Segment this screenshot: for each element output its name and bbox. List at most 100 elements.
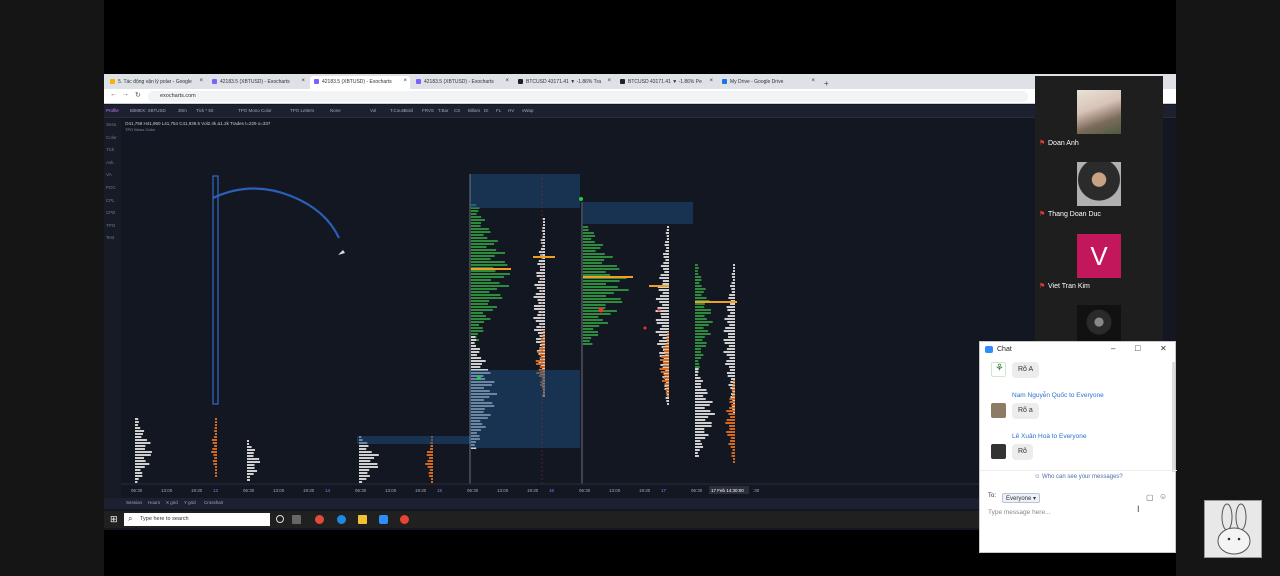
tpo-row: [471, 342, 475, 344]
browser-tab[interactable]: 42183.5 (XBTUSD) - Exocharts ×: [412, 76, 512, 89]
zoom-taskbar-icon[interactable]: [379, 515, 388, 524]
tpo-row: [471, 234, 484, 236]
browser-tab[interactable]: 42183.5 (XBTUSD) - Exocharts ×: [208, 76, 308, 89]
browser-tab[interactable]: BTCUSD 43171.41 ▼ -1.86% Pe ×: [616, 76, 716, 89]
edge-icon[interactable]: [337, 515, 346, 524]
emoji-icon[interactable]: ☺: [1159, 492, 1167, 501]
tpo-row: [583, 295, 607, 297]
time-tick-label: 19:30: [415, 488, 427, 493]
maximize-icon[interactable]: □: [1135, 343, 1140, 353]
panel-option[interactable]: Text: [106, 235, 114, 240]
minimize-icon[interactable]: –: [1111, 344, 1115, 353]
tpo-row: [723, 330, 735, 332]
recipient-select[interactable]: Everyone ▾: [1002, 493, 1041, 503]
tpo-row: [135, 469, 141, 471]
app-icon[interactable]: [315, 515, 324, 524]
browser-tab[interactable]: My Drive - Google Drive ×: [718, 76, 818, 89]
status-toggle[interactable]: X grid: [166, 500, 178, 505]
tpo-row: [661, 356, 669, 358]
toolbar-item[interactable]: Tick * 50: [196, 108, 213, 113]
drawn-rectangle[interactable]: [212, 175, 219, 405]
drawn-curve[interactable]: [212, 187, 340, 239]
chat-scrollbar[interactable]: [1172, 362, 1175, 472]
tpo-row: [695, 413, 715, 415]
tpo-row: [471, 348, 480, 350]
status-toggle[interactable]: Session: [126, 500, 142, 505]
panel-option[interactable]: CPL: [106, 198, 115, 203]
tpo-row: [471, 291, 490, 293]
toolbar-item[interactable]: FRVS: [422, 108, 434, 113]
tpo-row: [661, 316, 669, 318]
panel-option[interactable]: Color: [106, 135, 117, 140]
file-explorer-icon[interactable]: [358, 515, 367, 524]
tpo-row: [664, 244, 669, 246]
toolbar-item[interactable]: FL: [496, 108, 501, 113]
browser-tab[interactable]: 42183.5 (XBTUSD) - Exocharts ×: [310, 76, 410, 89]
participant-video[interactable]: [1077, 305, 1121, 343]
reload-icon[interactable]: ↻: [135, 91, 141, 99]
close-icon[interactable]: ✕: [1160, 344, 1167, 353]
close-tab-icon[interactable]: ×: [709, 78, 713, 84]
participant-avatar[interactable]: V: [1077, 234, 1121, 278]
status-toggle[interactable]: Hours: [148, 500, 160, 505]
back-icon[interactable]: ←: [110, 91, 117, 98]
tpo-row: [731, 291, 735, 293]
tpo-row: [583, 298, 621, 300]
toolbar-item[interactable]: BitMEX: XBTUSD: [130, 108, 166, 113]
panel-option[interactable]: TPO: [106, 223, 115, 228]
tpo-row: [731, 389, 735, 391]
windows-start-icon[interactable]: ⊞: [110, 514, 118, 525]
status-toggle[interactable]: Y grid: [184, 500, 196, 505]
participant-video[interactable]: [1077, 162, 1121, 206]
toolbar-item[interactable]: vWap: [522, 108, 533, 113]
toolbar-item[interactable]: Vol: [370, 108, 376, 113]
toolbar-item[interactable]: CS: [454, 108, 460, 113]
favicon-icon: [620, 79, 625, 84]
tpo-row: [247, 452, 254, 454]
close-tab-icon[interactable]: ×: [811, 78, 815, 84]
panel-option[interactable]: CPB: [106, 210, 115, 215]
forward-icon[interactable]: →: [122, 91, 129, 98]
close-tab-icon[interactable]: ×: [199, 78, 203, 84]
panel-option[interactable]: POC: [106, 185, 116, 190]
tpo-row: [359, 475, 370, 477]
url-field[interactable]: exocharts.com: [148, 91, 1028, 102]
status-toggle[interactable]: Crosshair: [204, 500, 223, 505]
file-icon[interactable]: ▢: [1146, 493, 1154, 502]
toolbar-item[interactable]: DI: [484, 108, 489, 113]
close-tab-icon[interactable]: ×: [607, 78, 611, 84]
toolbar-item[interactable]: Profile: [106, 108, 119, 113]
close-tab-icon[interactable]: ×: [403, 78, 407, 84]
toolbar-item[interactable]: 30m: [178, 108, 187, 113]
panel-option[interactable]: Sess.: [106, 122, 117, 127]
tpo-row: [471, 330, 484, 332]
browser-tab[interactable]: BTCUSD 43171.41 ▼ -1.86% Tra ×: [514, 76, 614, 89]
new-tab-button[interactable]: +: [824, 79, 829, 89]
toolbar-item[interactable]: HV: [508, 108, 514, 113]
participant-video[interactable]: [1077, 90, 1121, 134]
tpo-row: [427, 466, 433, 468]
participant-name: ⚑ Thang Doan Duc: [1039, 211, 1101, 218]
close-tab-icon[interactable]: ×: [505, 78, 509, 84]
toolbar-item[interactable]: Bold: [404, 108, 413, 113]
tpo-row: [666, 229, 669, 231]
tpo-row: [732, 395, 735, 397]
tpo-row: [431, 478, 433, 480]
toolbar-item[interactable]: None: [330, 108, 341, 113]
chat-input[interactable]: Type message here...: [988, 509, 1138, 521]
chrome-icon[interactable]: [400, 515, 409, 524]
cortana-icon[interactable]: [276, 515, 284, 523]
toolbar-item[interactable]: TPO Mono Color: [238, 108, 272, 113]
task-view-icon[interactable]: [292, 515, 301, 524]
who-can-see-link[interactable]: ☺ Who can see your messages?: [980, 474, 1177, 480]
panel-option[interactable]: Tick: [106, 147, 114, 152]
toolbar-item[interactable]: TPO Letters: [290, 108, 314, 113]
panel-option[interactable]: Avk.: [106, 160, 115, 165]
tpo-row: [583, 253, 605, 255]
toolbar-item[interactable]: T.Bar: [438, 108, 449, 113]
browser-tab[interactable]: 5. Tác động vận lý polar - Google ×: [106, 76, 206, 89]
close-tab-icon[interactable]: ×: [301, 78, 305, 84]
taskbar-search[interactable]: ⌕ Type here to search: [124, 513, 270, 526]
toolbar-item[interactable]: Billars: [468, 108, 480, 113]
panel-option[interactable]: VA: [106, 172, 112, 177]
